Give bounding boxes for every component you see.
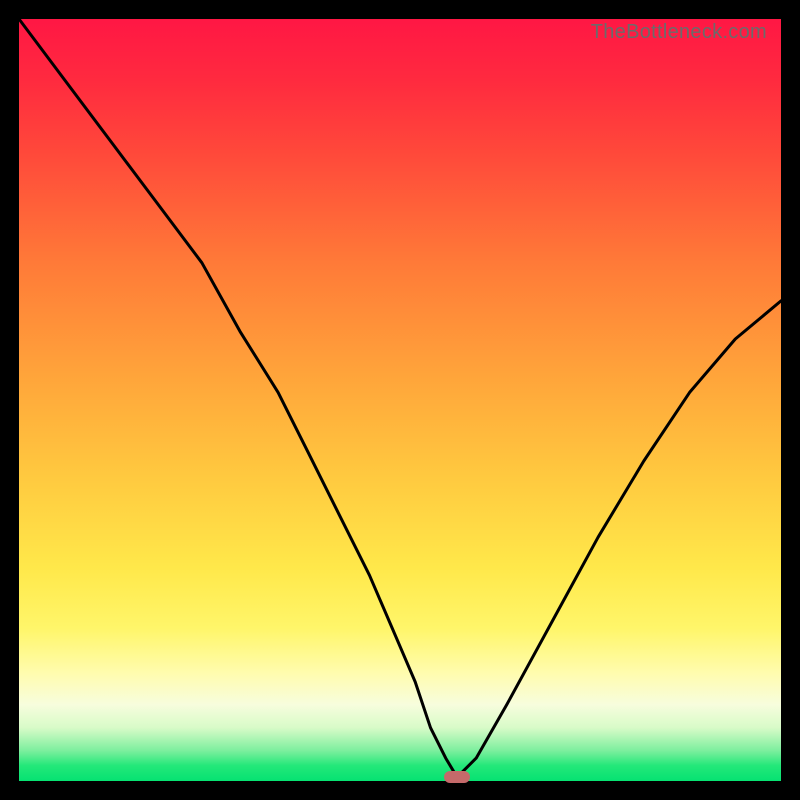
minimum-marker [444, 771, 470, 783]
plot-area: TheBottleneck.com [19, 19, 781, 781]
chart-frame: TheBottleneck.com [0, 0, 800, 800]
curve-path [19, 19, 781, 777]
bottleneck-curve [19, 19, 781, 781]
